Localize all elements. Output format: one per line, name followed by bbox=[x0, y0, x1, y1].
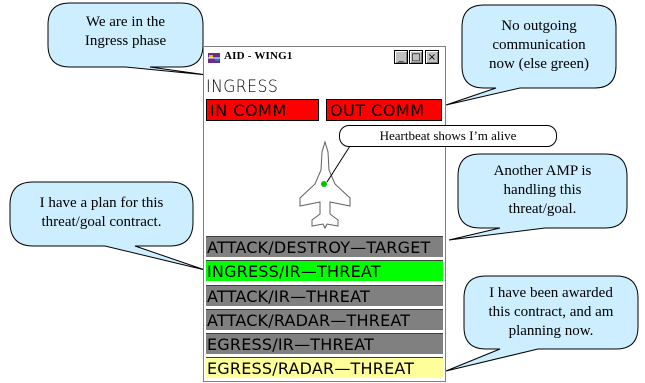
contract-row-attack-destroy-target[interactable]: ATTACK/DESTROY—TARGET bbox=[206, 236, 443, 257]
contract-row-egress-radar-threat[interactable]: EGRESS/RADAR—THREAT bbox=[206, 357, 443, 378]
close-button[interactable]: × bbox=[425, 50, 439, 64]
phase-label: INGRESS bbox=[206, 77, 279, 97]
callout-heartbeat: Heartbeat shows I’m alive bbox=[339, 125, 557, 147]
heartbeat-indicator bbox=[321, 181, 327, 187]
callout-no-outgoing-text: No outgoing communication now (else gree… bbox=[489, 18, 589, 72]
out-comm-indicator: OUT COMM bbox=[326, 99, 442, 121]
callout-another-amp-text: Another AMP is handling this threat/goal… bbox=[493, 163, 592, 217]
contract-row-ingress-ir-threat[interactable]: INGRESS/IR—THREAT bbox=[206, 260, 443, 281]
window-title: AID - WING1 bbox=[224, 50, 293, 62]
contract-row-egress-ir-threat[interactable]: EGRESS/IR—THREAT bbox=[206, 333, 443, 354]
app-icon bbox=[208, 53, 220, 63]
aircraft-icon bbox=[299, 140, 351, 230]
callout-plan-text: I have a plan for this threat/goal contr… bbox=[39, 195, 164, 230]
callout-awarded-text: I have been awarded this contract, and a… bbox=[488, 285, 614, 339]
in-comm-indicator: IN COMM bbox=[206, 99, 319, 121]
contract-row-attack-radar-threat[interactable]: ATTACK/RADAR—THREAT bbox=[206, 309, 443, 330]
callout-ingress-phase-text: We are in the Ingress phase bbox=[84, 14, 167, 49]
minimize-button[interactable]: _ bbox=[394, 50, 408, 64]
maximize-button[interactable]: □ bbox=[409, 50, 423, 64]
window-titlebar[interactable]: AID - WING1 _ □ × bbox=[204, 47, 445, 69]
contract-row-attack-ir-threat[interactable]: ATTACK/IR—THREAT bbox=[206, 285, 443, 306]
